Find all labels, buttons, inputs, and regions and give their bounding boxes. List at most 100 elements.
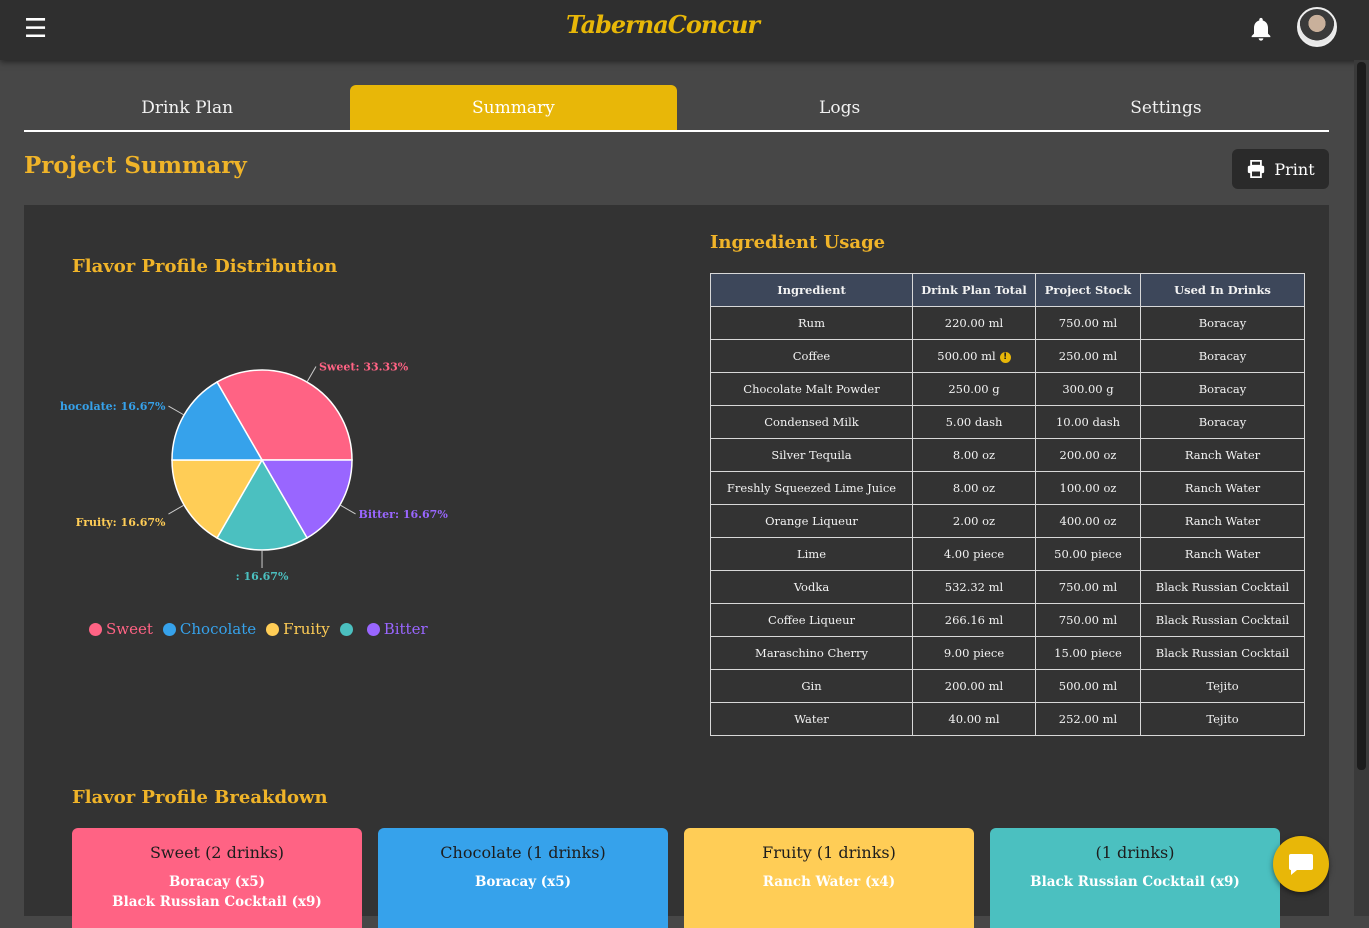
- legend-label: Bitter: [384, 620, 428, 638]
- legend-item[interactable]: Bitter: [367, 620, 428, 638]
- total-cell: 532.32 ml: [913, 571, 1036, 604]
- total-cell-text: 2.00 oz: [953, 514, 995, 528]
- ingredient-cell-text: Condensed Milk: [764, 415, 859, 429]
- flavor-breakdown-title: Flavor Profile Breakdown: [72, 787, 328, 808]
- drinks-cell-text: Boracay: [1199, 382, 1247, 396]
- drinks-cell: Tejito: [1141, 703, 1305, 736]
- tab-logs[interactable]: Logs: [677, 85, 1003, 130]
- stock-cell: 500.00 ml: [1036, 670, 1141, 703]
- table-row: Vodka532.32 ml750.00 mlBlack Russian Coc…: [711, 571, 1305, 604]
- page-scrollbar-thumb[interactable]: [1357, 62, 1366, 770]
- drinks-cell: Ranch Water: [1141, 472, 1305, 505]
- table-row: Orange Liqueur2.00 oz400.00 ozRanch Wate…: [711, 505, 1305, 538]
- flavor-card-title: (1 drinks): [990, 843, 1280, 862]
- stock-cell: 750.00 ml: [1036, 604, 1141, 637]
- legend-item[interactable]: Chocolate: [163, 620, 256, 638]
- ingredient-cell: Maraschino Cherry: [711, 637, 913, 670]
- total-cell: 8.00 oz: [913, 472, 1036, 505]
- ingredient-cell-text: Coffee Liqueur: [768, 613, 855, 627]
- user-avatar[interactable]: [1297, 7, 1337, 47]
- legend-swatch: [89, 623, 102, 636]
- chart-legend: Sweet Chocolate Fruity Bitter: [89, 620, 428, 638]
- column-header[interactable]: Project Stock: [1036, 274, 1141, 307]
- table-row: Water40.00 ml252.00 mlTejito: [711, 703, 1305, 736]
- drinks-cell: Tejito: [1141, 670, 1305, 703]
- drinks-cell: Boracay: [1141, 373, 1305, 406]
- legend-item[interactable]: Fruity: [266, 620, 330, 638]
- legend-swatch: [266, 623, 279, 636]
- legend-item[interactable]: [340, 623, 357, 636]
- column-header[interactable]: Drink Plan Total: [913, 274, 1036, 307]
- tab-summary[interactable]: Summary: [350, 85, 676, 130]
- drinks-cell: Ranch Water: [1141, 538, 1305, 571]
- stock-cell: 750.00 ml: [1036, 307, 1141, 340]
- table-row: Condensed Milk5.00 dash10.00 dashBoracay: [711, 406, 1305, 439]
- ingredient-cell-text: Maraschino Cherry: [755, 646, 868, 660]
- ingredient-cell: Silver Tequila: [711, 439, 913, 472]
- drinks-cell-text: Boracay: [1199, 415, 1247, 429]
- flavor-card-title: Sweet (2 drinks): [72, 843, 362, 862]
- drinks-cell-text: Tejito: [1206, 679, 1238, 693]
- stock-cell-text: 250.00 ml: [1059, 349, 1117, 363]
- flavor-card: Sweet (2 drinks) Boracay (x5)Black Russia…: [72, 828, 362, 928]
- legend-item[interactable]: Sweet: [89, 620, 153, 638]
- stock-cell: 300.00 g: [1036, 373, 1141, 406]
- table-row: Lime 4.00 piece 50.00 piece Ranch Water: [711, 538, 1305, 571]
- drinks-cell-text: Black Russian Cocktail: [1156, 613, 1289, 627]
- total-cell: 220.00 ml: [913, 307, 1036, 340]
- drinks-cell: Black Russian Cocktail: [1141, 637, 1305, 670]
- drinks-cell-text: Ranch Water: [1185, 448, 1260, 462]
- column-header[interactable]: Ingredient: [711, 274, 913, 307]
- total-cell: 200.00 ml: [913, 670, 1036, 703]
- total-cell: 9.00 piece: [913, 637, 1036, 670]
- legend-swatch: [340, 623, 353, 636]
- drinks-cell-text: Boracay: [1199, 316, 1247, 330]
- pie-slice-label: Sweet: 33.33%: [319, 360, 409, 373]
- app-logo[interactable]: TabernaConcur: [566, 10, 759, 39]
- notification-bell-icon[interactable]: [1247, 14, 1275, 44]
- stock-cell-text: 50.00 piece: [1054, 547, 1122, 561]
- stock-cell: 10.00 dash: [1036, 406, 1141, 439]
- flavor-card: Fruity (1 drinks)Ranch Water (x4): [684, 828, 974, 928]
- warning-icon[interactable]: !: [1000, 352, 1011, 363]
- ingredient-cell: Gin: [711, 670, 913, 703]
- page-title: Project Summary: [24, 152, 247, 179]
- drinks-cell-text: Boracay: [1199, 349, 1247, 363]
- pie-slice-label: : 16.67%: [236, 570, 289, 583]
- table-row: Gin200.00 ml500.00 ml Tejito: [711, 670, 1305, 703]
- tab-drink-plan[interactable]: Drink Plan: [24, 85, 350, 130]
- ingredient-cell-text: Coffee: [793, 349, 831, 363]
- chat-bubble-icon: [1288, 852, 1314, 876]
- column-header[interactable]: Used In Drinks: [1141, 274, 1305, 307]
- ingredient-cell: Vodka: [711, 571, 913, 604]
- total-cell-text: 8.00 oz: [953, 448, 995, 462]
- stock-cell-text: 15.00 piece: [1054, 646, 1122, 660]
- total-cell: 40.00 ml: [913, 703, 1036, 736]
- print-button[interactable]: Print: [1232, 149, 1329, 189]
- flavor-card-drink: Boracay (x5): [378, 872, 668, 892]
- drinks-cell: Boracay: [1141, 406, 1305, 439]
- ingredient-cell: Rum: [711, 307, 913, 340]
- flavor-card-drink: Boracay (x5): [72, 872, 362, 892]
- pie-slice-label: Fruity: 16.67%: [76, 516, 166, 529]
- drinks-cell-text: Ranch Water: [1185, 547, 1260, 561]
- total-cell-text: 4.00 piece: [944, 547, 1004, 561]
- table-row: Coffee500.00 ml!250.00 mlBoracay: [711, 340, 1305, 373]
- tab-settings[interactable]: Settings: [1003, 85, 1329, 130]
- drinks-cell-text: Tejito: [1206, 712, 1238, 726]
- ingredient-cell-text: Lime: [797, 547, 826, 561]
- flavor-chart-title: Flavor Profile Distribution: [72, 256, 337, 277]
- flavor-card: (1 drinks)Black Russian Cocktail (x9): [990, 828, 1280, 928]
- stock-cell: 400.00 oz: [1036, 505, 1141, 538]
- stock-cell-text: 750.00 ml: [1059, 613, 1117, 627]
- flavor-breakdown-cards: Sweet (2 drinks)Boracay (x5)Black Russia…: [72, 828, 1280, 928]
- flavor-card-drink: Ranch Water (x4): [684, 872, 974, 892]
- table-row: Chocolate Malt Powder250.00 g300.00 gBor…: [711, 373, 1305, 406]
- pie-slice-label: Chocolate: 16.67%: [60, 400, 166, 413]
- chat-button[interactable]: [1273, 836, 1329, 892]
- ingredient-cell-text: Chocolate Malt Powder: [743, 382, 879, 396]
- flavor-card-drink: Black Russian Cocktail (x9): [72, 892, 362, 912]
- legend-swatch: [163, 623, 176, 636]
- ingredient-cell: Water: [711, 703, 913, 736]
- menu-icon[interactable]: ☰: [24, 14, 54, 44]
